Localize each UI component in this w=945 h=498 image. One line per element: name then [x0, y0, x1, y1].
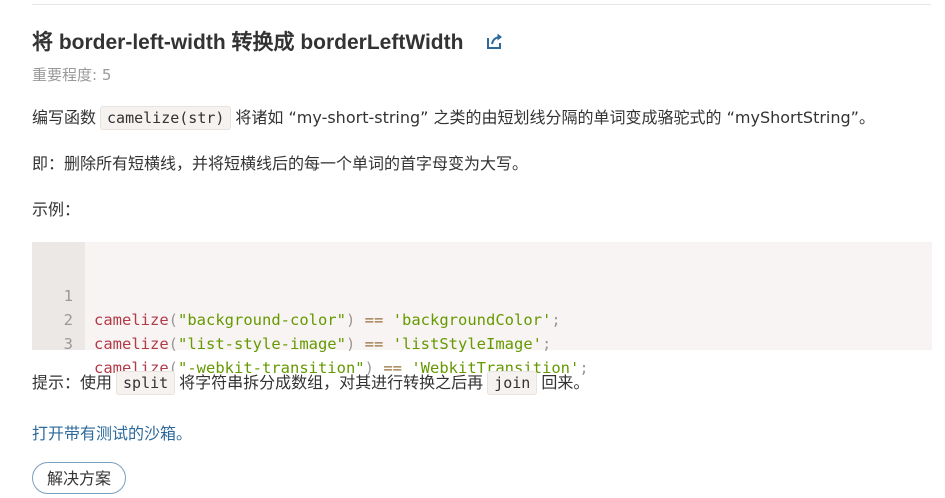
hint-text-pre: 提示：使用 [32, 373, 113, 392]
code-line: 1 camelize("background-color") == 'backg… [32, 260, 561, 329]
open-sandbox-link[interactable]: 打开带有测试的沙箱。 [32, 420, 192, 444]
inline-code-split: split [116, 371, 176, 395]
code-function: camelize [94, 311, 169, 329]
importance-level: 重要程度: 5 [32, 66, 112, 84]
inline-code-join: join [487, 371, 538, 395]
desc-text-pre: 编写函数 [32, 108, 97, 127]
title-row: 将 border-left-width 转换成 borderLeftWidth [32, 26, 505, 56]
code-function: camelize [94, 335, 169, 353]
inline-code-camelize: camelize(str) [100, 106, 232, 130]
code-operator: == [364, 335, 384, 353]
task-title: 将 border-left-width 转换成 borderLeftWidth [32, 31, 464, 54]
code-operator: == [364, 311, 384, 329]
code-example-block: 1 camelize("background-color") == 'backg… [32, 242, 932, 377]
line-number: 3 [63, 335, 73, 353]
code-line: 3 camelize("-webkit-transition") == 'Web… [32, 308, 589, 377]
top-divider [32, 4, 931, 5]
hint-paragraph: 提示：使用 split 将字符串拆分成数组，对其进行转换之后再 join 回来。 [32, 371, 590, 395]
code-argument: "list-style-image" [178, 335, 346, 353]
code-result: 'backgroundColor' [392, 311, 552, 329]
hint-text-mid: 将字符串拆分成数组，对其进行转换之后再 [179, 373, 484, 392]
task-description: 编写函数 camelize(str) 将诸如 “my-short-string” 之… [32, 106, 875, 130]
code-result: 'listStyleImage' [392, 335, 542, 353]
share-external-icon[interactable] [485, 31, 505, 51]
code-line: 2 camelize("list-style-image") == 'listS… [32, 284, 552, 353]
task-explanation: 即：删除所有短横线，并将短横线后的每一个单词的首字母变为大写。 [32, 154, 529, 173]
desc-text-post: 将诸如 “my-short-string” 之类的由短划线分隔的单词变成骆驼式的… [235, 108, 875, 127]
hint-text-post: 回来。 [541, 373, 590, 392]
solution-button[interactable]: 解决方案 [32, 462, 127, 494]
code-argument: "background-color" [178, 311, 346, 329]
example-label: 示例： [32, 200, 81, 219]
